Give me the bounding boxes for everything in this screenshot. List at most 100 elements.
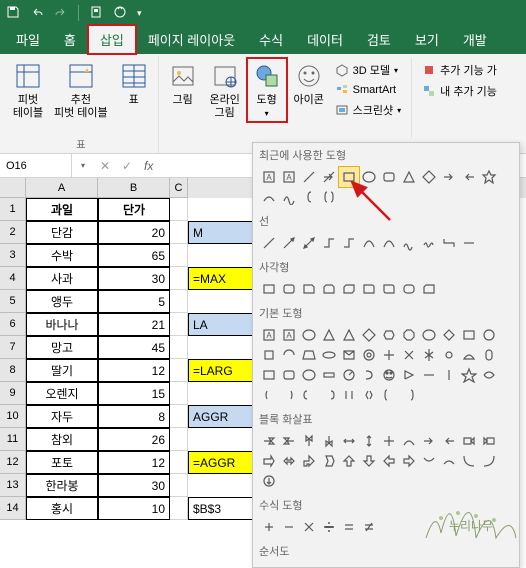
shape-scribble[interactable]: [419, 233, 439, 253]
shape-brace-l[interactable]: [299, 187, 319, 207]
shape-basic-18[interactable]: [379, 345, 399, 365]
shape-minus[interactable]: [279, 517, 299, 537]
qat-dropdown-icon[interactable]: ▾: [137, 8, 142, 19]
3d-models-button[interactable]: 3D 모델 ▾: [331, 60, 406, 80]
fx-icon[interactable]: fx: [138, 159, 159, 173]
shape-multiply[interactable]: [299, 517, 319, 537]
shape-basic-33[interactable]: [439, 365, 459, 385]
shape-arrow-r[interactable]: [439, 167, 459, 187]
shape-line-double[interactable]: [299, 233, 319, 253]
cell[interactable]: LA: [188, 313, 256, 336]
cell[interactable]: 10: [98, 497, 170, 520]
select-all-corner[interactable]: [0, 178, 26, 198]
shape-basic-0[interactable]: A: [259, 325, 279, 345]
col-header-a[interactable]: A: [26, 178, 98, 198]
tab-data[interactable]: 데이터: [295, 25, 355, 54]
shape-arrow-5[interactable]: [359, 431, 379, 451]
cell[interactable]: 과일: [26, 198, 98, 221]
shape-arrow-16[interactable]: [339, 451, 359, 471]
shape-oval[interactable]: [359, 167, 379, 187]
cell[interactable]: 수박: [26, 244, 98, 267]
shape-not-equal[interactable]: [359, 517, 379, 537]
shape-basic-27[interactable]: [319, 365, 339, 385]
shape-basic-7[interactable]: [399, 325, 419, 345]
shape-arrow-21[interactable]: [439, 451, 459, 471]
shape-arrow-22[interactable]: [459, 451, 479, 471]
cell[interactable]: [170, 198, 188, 221]
shape-arrow-0[interactable]: [259, 431, 279, 451]
shape-snip[interactable]: [419, 279, 439, 299]
shape-arrow-20[interactable]: [419, 451, 439, 471]
shape-arrow-11[interactable]: [479, 431, 499, 451]
shape-elbow-arrow[interactable]: [339, 233, 359, 253]
shape-arrow-18[interactable]: [379, 451, 399, 471]
shape-basic-26[interactable]: [299, 365, 319, 385]
name-box[interactable]: O16: [0, 154, 72, 177]
shape-basic-13[interactable]: [279, 345, 299, 365]
cell[interactable]: 5: [98, 290, 170, 313]
row-header[interactable]: 10: [0, 405, 26, 428]
cell[interactable]: 한라봉: [26, 474, 98, 497]
cell[interactable]: 45: [98, 336, 170, 359]
shape-connector[interactable]: [259, 187, 279, 207]
shape-basic-25[interactable]: [279, 365, 299, 385]
shape-round-diag[interactable]: [379, 279, 399, 299]
table-button[interactable]: 표: [114, 58, 154, 109]
shape-basic-11[interactable]: [479, 325, 499, 345]
my-addins-button[interactable]: 내 추가 기능: [418, 81, 501, 101]
shape-arrow-8[interactable]: [419, 431, 439, 451]
row-header[interactable]: 3: [0, 244, 26, 267]
row-header[interactable]: 2: [0, 221, 26, 244]
shape-equal[interactable]: [339, 517, 359, 537]
save-icon[interactable]: [6, 5, 20, 22]
cell[interactable]: 단가: [98, 198, 170, 221]
cell[interactable]: [170, 451, 188, 474]
row-header[interactable]: 12: [0, 451, 26, 474]
cell[interactable]: 망고: [26, 336, 98, 359]
cell[interactable]: [170, 497, 188, 520]
shape-round-two[interactable]: [399, 279, 419, 299]
row-header[interactable]: 11: [0, 428, 26, 451]
shape-arrow-10[interactable]: [459, 431, 479, 451]
shape-arrow-4[interactable]: [339, 431, 359, 451]
row-header[interactable]: 6: [0, 313, 26, 336]
cell[interactable]: 8: [98, 405, 170, 428]
cell[interactable]: 참외: [26, 428, 98, 451]
shape-arrow-24[interactable]: [259, 471, 279, 491]
shape-line-arrow[interactable]: [319, 167, 339, 187]
row-header[interactable]: 14: [0, 497, 26, 520]
row-header[interactable]: 8: [0, 359, 26, 382]
cell[interactable]: 바나나: [26, 313, 98, 336]
cell[interactable]: =LARG: [188, 359, 256, 382]
cell[interactable]: 30: [98, 474, 170, 497]
cell[interactable]: AGGR: [188, 405, 256, 428]
tab-insert[interactable]: 삽입: [88, 25, 136, 54]
row-header[interactable]: 7: [0, 336, 26, 359]
col-header-b[interactable]: B: [98, 178, 170, 198]
shape-basic-4[interactable]: [339, 325, 359, 345]
shape-basic-41[interactable]: [359, 385, 379, 405]
shape-arrow-7[interactable]: [399, 431, 419, 451]
tab-file[interactable]: 파일: [4, 25, 52, 54]
cell[interactable]: 15: [98, 382, 170, 405]
shape-basic-32[interactable]: [419, 365, 439, 385]
shape-basic-20[interactable]: [419, 345, 439, 365]
shape-basic-8[interactable]: [419, 325, 439, 345]
cell[interactable]: 오렌지: [26, 382, 98, 405]
cell[interactable]: 12: [98, 359, 170, 382]
cell[interactable]: [170, 359, 188, 382]
cell[interactable]: [170, 474, 188, 497]
cell[interactable]: =AGGR: [188, 451, 256, 474]
shape-basic-24[interactable]: [259, 365, 279, 385]
shape-basic-2[interactable]: [299, 325, 319, 345]
row-header[interactable]: 9: [0, 382, 26, 405]
cell[interactable]: 21: [98, 313, 170, 336]
shape-basic-5[interactable]: [359, 325, 379, 345]
shape-basic-10[interactable]: [459, 325, 479, 345]
cell[interactable]: 딸기: [26, 359, 98, 382]
shape-curve[interactable]: [359, 233, 379, 253]
picture-button[interactable]: 그림: [163, 58, 203, 109]
get-addins-button[interactable]: 추가 기능 가: [418, 60, 501, 80]
cell[interactable]: 홍시: [26, 497, 98, 520]
shape-basic-34[interactable]: [459, 365, 479, 385]
